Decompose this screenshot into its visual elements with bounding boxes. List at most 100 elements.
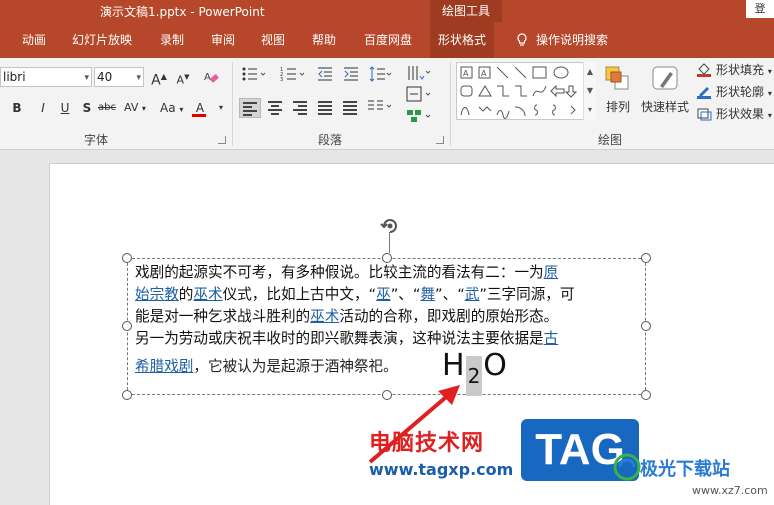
tab-record[interactable]: 录制 — [152, 22, 192, 58]
change-case-button[interactable]: Aa ▾ — [160, 98, 183, 118]
font-color-label: A — [195, 101, 205, 115]
decrease-indent-button[interactable] — [316, 66, 334, 86]
font-name-combo[interactable]: libri ▾ — [0, 67, 92, 87]
text-direction-button[interactable] — [405, 64, 433, 84]
tell-me-label: 操作说明搜索 — [536, 33, 609, 47]
chevron-down-icon: ▾ — [136, 73, 141, 83]
quick-styles-button[interactable]: 快速样式 — [640, 62, 690, 128]
underline-button[interactable]: U — [56, 98, 74, 118]
text-run: 的 — [178, 286, 194, 303]
login-button[interactable]: 登 — [746, 0, 774, 18]
font-color-button[interactable]: A — [190, 98, 210, 118]
shape-fill-button[interactable]: 形状填充 ▾ — [694, 60, 772, 80]
grow-font-label: A — [151, 72, 161, 89]
hyperlink[interactable]: 巫术 — [310, 308, 339, 325]
pen-outline-icon — [697, 87, 711, 99]
hyperlink[interactable]: 古 — [544, 330, 559, 347]
hyperlink[interactable]: 始宗教 — [135, 286, 179, 303]
align-text-button[interactable] — [405, 86, 433, 106]
group-separator — [450, 62, 451, 146]
text-box-content[interactable]: 戏剧的起源实不可考，有多种假说。比较主流的看法有二：一为原 始宗教的巫术仪式，比… — [135, 262, 639, 350]
strikethrough-button[interactable]: abc — [98, 98, 116, 118]
tab-baidu-netdisk[interactable]: 百度网盘 — [356, 22, 420, 58]
resize-handle-bottom-left[interactable] — [122, 390, 132, 400]
shape-effects-icon — [697, 108, 712, 121]
tab-review[interactable]: 审阅 — [203, 22, 243, 58]
smartart-icon — [407, 110, 431, 122]
rotate-handle-icon[interactable] — [378, 214, 402, 238]
gallery-scroll[interactable]: ▲ ▼ ▾ — [583, 62, 596, 120]
font-size-combo[interactable]: 40 ▾ — [94, 67, 144, 87]
text-run: 仪式，比如上古中文，“ — [222, 286, 377, 303]
paintbrush-icon — [652, 66, 678, 90]
watermark-url: www.tagxp.com — [369, 460, 514, 479]
formula-tail: O — [483, 348, 507, 383]
svg-text:A: A — [463, 69, 469, 78]
font-name-value: libri — [3, 70, 26, 84]
smartart-button[interactable] — [405, 108, 433, 128]
hyperlink[interactable]: 舞 — [420, 286, 435, 303]
font-color-dropdown[interactable]: ▾ — [212, 98, 230, 118]
tab-help[interactable]: 帮助 — [304, 22, 344, 58]
hyperlink[interactable]: 巫术 — [193, 286, 222, 303]
shrink-font-button[interactable]: A▼ — [174, 67, 192, 87]
columns-button[interactable] — [366, 98, 394, 118]
hyperlink[interactable]: 巫 — [376, 286, 391, 303]
distributed-button[interactable] — [339, 98, 361, 118]
line-spacing-button[interactable] — [368, 66, 394, 86]
paragraph-dialog-launcher[interactable] — [436, 136, 444, 144]
align-center-icon — [268, 101, 282, 115]
bullets-button[interactable] — [240, 66, 268, 86]
hyperlink[interactable]: 原 — [544, 264, 559, 281]
align-text-icon — [406, 86, 431, 102]
clear-format-button[interactable]: A — [202, 67, 220, 87]
shape-outline-button[interactable]: 形状轮廓 ▾ — [694, 82, 772, 102]
font-size-value: 40 — [97, 70, 113, 84]
align-center-button[interactable] — [264, 98, 286, 118]
distributed-icon — [343, 101, 357, 115]
change-case-label: Aa — [160, 101, 176, 115]
paragraph-group-label: 段落 — [318, 133, 343, 147]
shapes-gallery[interactable]: A A — [456, 62, 596, 120]
resize-handle-top-right[interactable] — [641, 253, 651, 263]
italic-button[interactable]: I — [34, 98, 52, 118]
tab-view[interactable]: 视图 — [253, 22, 293, 58]
columns-icon — [368, 100, 392, 110]
resize-handle-bottom-right[interactable] — [641, 390, 651, 400]
justify-button[interactable] — [314, 98, 336, 118]
shape-effects-button[interactable]: 形状效果 ▾ — [694, 104, 772, 124]
numbering-button[interactable]: 123 — [279, 66, 307, 86]
watermark-xz-brand: 极光下载站 — [640, 459, 730, 480]
resize-handle-top-left[interactable] — [122, 253, 132, 263]
more-icon: ▾ — [587, 105, 592, 114]
hyperlink[interactable]: 武 — [465, 286, 480, 303]
tab-animations[interactable]: 动画 — [14, 22, 54, 58]
tell-me-search[interactable]: 操作说明搜索 — [510, 22, 616, 58]
tab-shape-format[interactable]: 形状格式 — [430, 22, 495, 58]
text-run: 能是对一种乞求战斗胜利的 — [135, 308, 311, 325]
title-bar: 演示文稿1.pptx - PowerPoint 绘图工具 登 — [0, 0, 774, 22]
font-dialog-launcher[interactable] — [218, 136, 226, 144]
resize-handle-left[interactable] — [122, 321, 132, 331]
bold-button[interactable]: B — [8, 98, 26, 118]
arrange-button[interactable]: 排列 — [600, 62, 636, 128]
tab-slideshow[interactable]: 幻灯片放映 — [64, 22, 140, 58]
indent-icon — [344, 67, 358, 81]
resize-handle-right[interactable] — [641, 321, 651, 331]
grow-font-button[interactable]: A▲ — [150, 67, 168, 89]
eraser-icon: A — [204, 72, 219, 83]
character-spacing-button[interactable]: AV ▾ — [124, 98, 146, 118]
increase-indent-button[interactable] — [342, 66, 360, 86]
align-right-button[interactable] — [289, 98, 311, 118]
svg-text:3: 3 — [280, 77, 283, 82]
arrange-icon — [605, 66, 629, 90]
hyperlink[interactable]: 希腊戏剧 — [135, 358, 193, 375]
text-shadow-button[interactable]: S — [78, 98, 96, 118]
chevron-down-icon: ▼ — [586, 86, 594, 95]
align-left-icon — [243, 102, 257, 116]
shape-fill-label: 形状填充 — [716, 63, 765, 77]
line-spacing-icon — [369, 66, 392, 82]
align-left-button[interactable] — [239, 98, 261, 118]
font-group-label: 字体 — [84, 133, 109, 147]
text-line-5: 希腊戏剧，它被认为是起源于酒神祭祀。 — [135, 355, 398, 376]
